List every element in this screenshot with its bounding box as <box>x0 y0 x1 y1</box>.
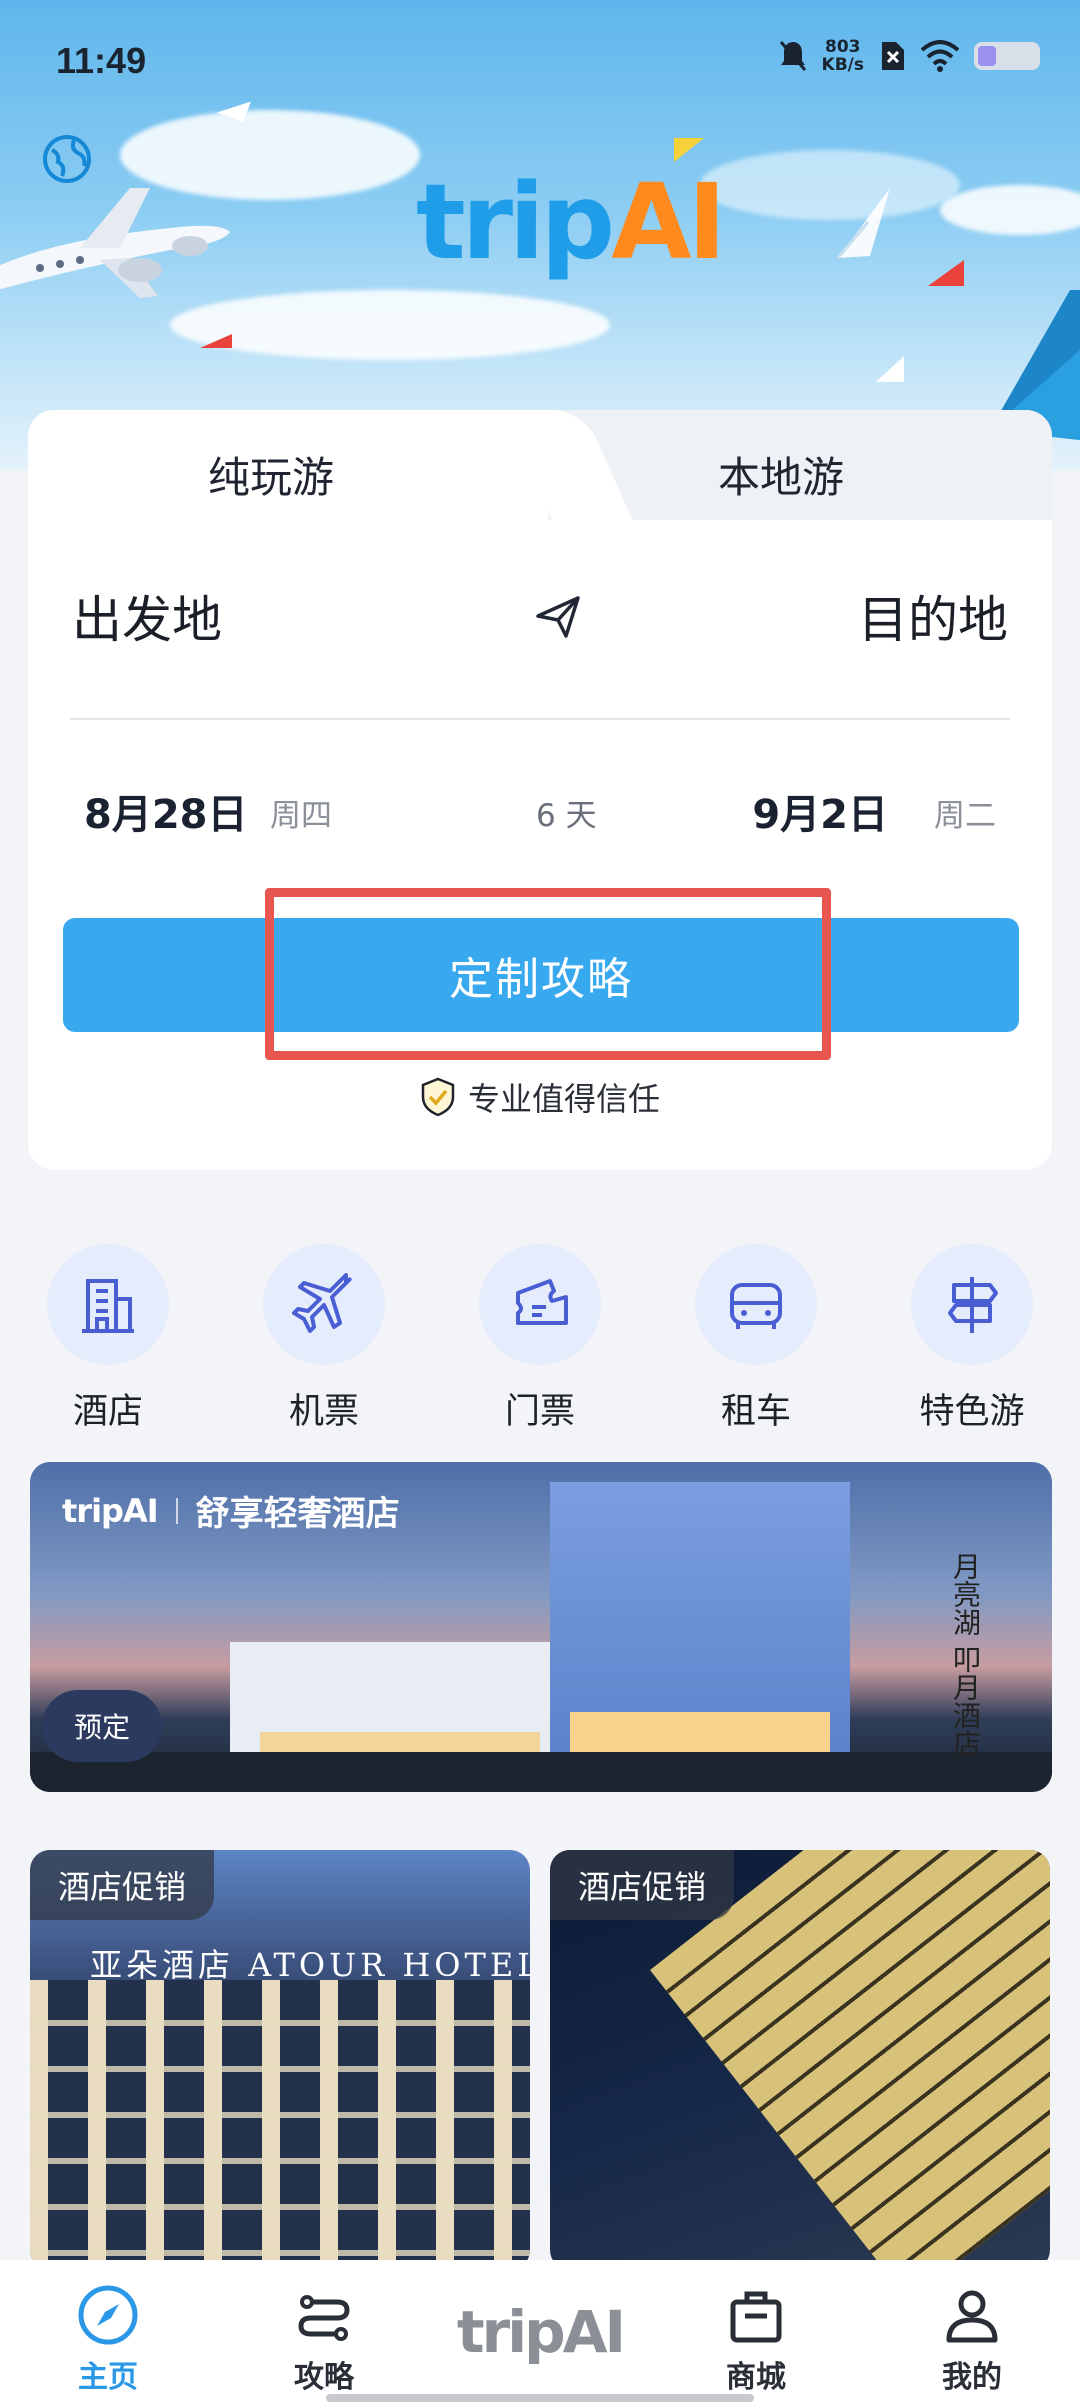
shield-check-icon <box>421 1077 455 1117</box>
end-date[interactable]: 9月2日 <box>752 782 888 840</box>
category-label: 租车 <box>720 1392 791 1432</box>
car-icon <box>695 1244 817 1365</box>
nav-label: 主页 <box>78 2360 138 2395</box>
category-hotel[interactable]: 酒店 <box>28 1244 188 1434</box>
highlight-box <box>265 888 831 1060</box>
confetti-shape <box>928 260 964 286</box>
departure-field[interactable]: 出发地 <box>72 580 222 652</box>
trust-note: 专业值得信任 <box>28 1074 1052 1120</box>
hotel-sign: 亚朵酒店 ATOUR HOTEL <box>90 1946 530 1984</box>
airplane-icon <box>263 1244 385 1365</box>
status-bar: 11:49 803 KB/s <box>0 0 1080 120</box>
wifi-icon <box>920 40 960 72</box>
paper-plane-illustration <box>836 188 890 259</box>
paper-plane-icon[interactable] <box>532 590 586 644</box>
ticket-icon <box>479 1244 601 1365</box>
calligraphy-text: 月亮湖 叩月酒店 <box>948 1552 982 1757</box>
cloud <box>940 185 1080 235</box>
location-row: 出发地 目的地 <box>72 580 1008 660</box>
signpost-icon <box>911 1244 1033 1365</box>
airplane-illustration <box>0 188 230 298</box>
divider <box>70 718 1010 720</box>
category-grid: 酒店 机票 门票 租车 特色游 <box>28 1244 1052 1434</box>
route-icon <box>298 2295 350 2341</box>
category-ticket[interactable]: 门票 <box>460 1244 620 1434</box>
hotel-card[interactable]: 亚朵酒店 ATOUR HOTEL 酒店促销 <box>30 1850 530 2270</box>
nav-guides[interactable]: 攻略 <box>234 2284 414 2396</box>
bottom-nav: 主页 攻略 tripAI 商城 我的 <box>0 2260 1080 2408</box>
hotel-icon <box>47 1244 169 1365</box>
category-car-rental[interactable]: 租车 <box>676 1244 836 1434</box>
start-weekday: 周四 <box>270 798 332 834</box>
status-time: 11:49 <box>56 40 147 81</box>
banner-heading: 舒享轻奢酒店 <box>195 1494 400 1534</box>
nav-profile[interactable]: 我的 <box>882 2284 1062 2396</box>
network-speed-value: 803 <box>825 37 861 57</box>
destination-field[interactable]: 目的地 <box>858 580 1008 652</box>
home-indicator[interactable] <box>326 2394 754 2402</box>
nav-label: 商城 <box>726 2360 786 2395</box>
sim-icon <box>882 42 904 70</box>
tab-pure-tour[interactable]: 纯玩游 <box>208 444 334 505</box>
category-label: 酒店 <box>72 1392 143 1432</box>
status-icons: 803 KB/s <box>778 38 1040 74</box>
trip-duration: 6 天 <box>536 798 597 834</box>
category-label: 特色游 <box>919 1392 1025 1432</box>
trip-type-tabs: 纯玩游 本地游 <box>28 410 1052 520</box>
network-speed-unit: KB/s <box>821 55 864 75</box>
compass-icon <box>78 2285 138 2345</box>
nav-mall[interactable]: 商城 <box>666 2284 846 2396</box>
mute-bell-icon <box>779 41 806 71</box>
network-speed: 803 KB/s <box>822 38 864 74</box>
category-label: 门票 <box>504 1392 575 1432</box>
start-date[interactable]: 8月28日 <box>84 782 248 840</box>
battery-icon <box>974 42 1040 70</box>
banner-brand: tripAI <box>62 1491 159 1530</box>
hotel-card[interactable]: 酒店促销 <box>550 1850 1050 2270</box>
confetti-shape <box>876 356 904 382</box>
tab-local-tour[interactable]: 本地游 <box>718 444 844 505</box>
banner-title: tripAI 舒享轻奢酒店 <box>62 1486 400 1535</box>
nav-label: 攻略 <box>294 2360 354 2395</box>
shopping-bag-icon <box>730 2291 782 2343</box>
banner-separator <box>175 1497 178 1524</box>
nav-tripai[interactable]: tripAI <box>450 2284 630 2366</box>
hotel-facade-image <box>30 1980 530 2270</box>
user-icon <box>946 2290 998 2343</box>
book-button[interactable]: 预定 <box>42 1690 162 1762</box>
tripai-logo: tripAI <box>456 2298 626 2366</box>
ground <box>30 1752 1052 1792</box>
nav-home[interactable]: 主页 <box>18 2284 198 2396</box>
confetti-shape <box>200 334 232 348</box>
hotel-banner[interactable]: tripAI 舒享轻奢酒店 月亮湖 叩月酒店 预定 <box>30 1462 1052 1792</box>
end-weekday: 周二 <box>934 798 996 834</box>
promo-badge: 酒店促销 <box>550 1850 735 1920</box>
nav-label: 我的 <box>942 2360 1002 2395</box>
tripai-logo: tripAI <box>416 161 726 283</box>
category-special-tour[interactable]: 特色游 <box>892 1244 1052 1434</box>
trust-text: 专业值得信任 <box>467 1080 660 1118</box>
date-row[interactable]: 8月28日 周四 6 天 9月2日 周二 <box>84 782 996 842</box>
calligraphy-line: 月亮湖 <box>949 1552 982 1636</box>
promo-badge: 酒店促销 <box>30 1850 215 1920</box>
hero-header: 11:49 803 KB/s tripAI <box>0 0 1080 470</box>
category-flight[interactable]: 机票 <box>244 1244 404 1434</box>
confetti-shape <box>674 138 704 162</box>
category-label: 机票 <box>288 1392 359 1432</box>
calligraphy-line: 叩月酒店 <box>949 1644 982 1757</box>
